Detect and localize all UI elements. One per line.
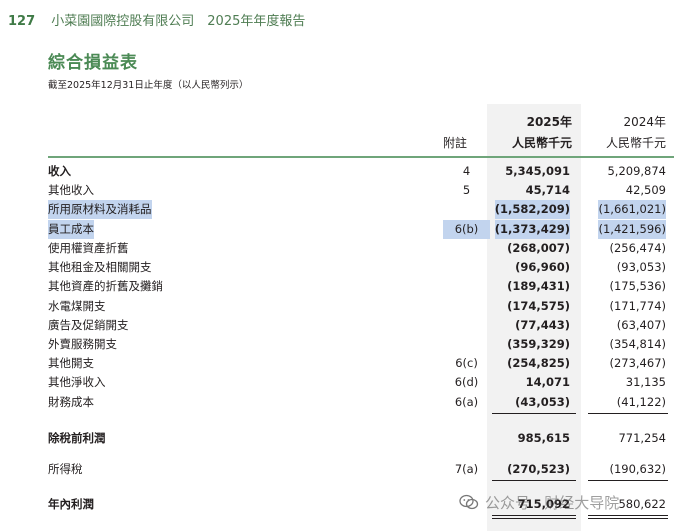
row-value-2024: (190,632) — [609, 462, 666, 476]
row-label: 所得稅 — [48, 462, 83, 476]
table-row: 廣告及促銷開支 (77,443) (63,407) — [48, 316, 674, 335]
row-value-2024: (63,407) — [616, 318, 666, 332]
row-value-2024: (354,814) — [609, 337, 666, 351]
header-year-2024: 2024年 — [623, 115, 666, 129]
table-row[interactable]: 所用原材料及消耗品 (1,582,209) (1,661,021) — [48, 200, 674, 219]
row-value-2025: (359,329) — [507, 337, 570, 351]
row-value-2025: (268,007) — [507, 241, 570, 255]
row-value-2025: 45,714 — [525, 183, 570, 197]
row-label: 其他資產的折舊及攤銷 — [48, 279, 163, 293]
row-value-2024: (273,467) — [609, 356, 666, 370]
header-unit-2025: 人民幣千元 — [511, 136, 572, 150]
row-label[interactable]: 所用原材料及消耗品 — [48, 200, 152, 219]
row-note: 6(d) — [454, 375, 479, 389]
table-row[interactable]: 員工成本 6(b) (1,373,429) (1,421,596) — [48, 220, 674, 239]
total-double-rule-2024 — [588, 515, 668, 519]
statement-subtitle: 截至2025年12月31日止年度（以人民幣列示） — [48, 80, 249, 91]
statement-title: 綜合損益表 — [48, 53, 138, 73]
table-row: 其他資產的折舊及攤銷 (189,431) (175,536) — [48, 277, 674, 296]
row-label: 收入 — [48, 164, 71, 178]
row-value-2025: (174,575) — [507, 299, 570, 313]
row-label[interactable]: 員工成本 — [48, 220, 94, 239]
subtotal-rule-2024 — [588, 413, 668, 414]
row-value-2025: (43,053) — [515, 395, 570, 409]
watermark: 公众号 · 财经大导院 — [459, 492, 619, 513]
tax-rule-2024 — [588, 480, 668, 481]
row-value-2024: (256,474) — [609, 241, 666, 255]
row-value-2025: 14,071 — [525, 375, 570, 389]
row-note: 6(a) — [454, 395, 479, 409]
row-value-2025: (189,431) — [507, 279, 570, 293]
table-row: 財務成本 6(a) (43,053) (41,122) — [48, 393, 674, 412]
row-label: 水電煤開支 — [48, 299, 106, 313]
row-note[interactable]: 6(b) — [443, 220, 490, 239]
running-header: 127 小菜園國際控股有限公司 2025年年度報告 — [8, 10, 305, 29]
row-value-2024: (41,122) — [616, 395, 666, 409]
header-note: 附註 — [443, 136, 468, 150]
row-value-2024: (175,536) — [609, 279, 666, 293]
row-value-2025: 985,615 — [517, 431, 570, 445]
tax-rule-2025 — [492, 480, 576, 481]
row-label: 其他租金及相關開支 — [48, 260, 152, 274]
row-note: 7(a) — [454, 462, 479, 476]
row-value-2024: 42,509 — [625, 183, 666, 197]
table-row: 除稅前利潤 985,615 771,254 — [48, 429, 674, 448]
row-note: 6(c) — [455, 356, 478, 370]
table-row: 外賣服務開支 (359,329) (354,814) — [48, 335, 674, 354]
row-label: 其他淨收入 — [48, 375, 106, 389]
row-value-2025[interactable]: (1,582,209) — [494, 200, 570, 219]
table-row: 使用權資產折舊 (268,007) (256,474) — [48, 239, 674, 258]
row-label: 廣告及促銷開支 — [48, 318, 129, 332]
row-value-2024: 5,209,874 — [607, 164, 666, 178]
row-value-2024[interactable]: (1,661,021) — [598, 200, 666, 219]
table-row: 其他收入 5 45,714 42,509 — [48, 181, 674, 200]
page-number: 127 — [8, 14, 36, 29]
row-value-2024[interactable]: (1,421,596) — [598, 220, 666, 239]
wechat-icon — [459, 494, 479, 510]
row-value-2024: 31,135 — [625, 375, 666, 389]
row-label: 除稅前利潤 — [48, 431, 106, 445]
row-value-2025: (254,825) — [507, 356, 570, 370]
row-value-2024: (171,774) — [609, 299, 666, 313]
row-value-2025: 5,345,091 — [505, 164, 570, 178]
row-label: 使用權資產折舊 — [48, 241, 129, 255]
header-rule — [48, 156, 674, 158]
row-value-2024: 580,622 — [618, 497, 666, 511]
row-value-2024: 771,254 — [618, 431, 666, 445]
row-note: 5 — [462, 183, 471, 197]
watermark-text: 公众号 · 财经大导院 — [485, 494, 620, 512]
row-label: 財務成本 — [48, 395, 94, 409]
table-row: 所得稅 7(a) (270,523) (190,632) — [48, 460, 674, 479]
row-label: 年內利潤 — [48, 497, 94, 511]
row-value-2025: (77,443) — [515, 318, 570, 332]
table-row: 其他開支 6(c) (254,825) (273,467) — [48, 354, 674, 373]
table-row: 水電煤開支 (174,575) (171,774) — [48, 297, 674, 316]
table-row: 其他租金及相關開支 (96,960) (93,053) — [48, 258, 674, 277]
subtotal-rule-2025 — [492, 413, 576, 414]
total-double-rule-2025 — [492, 515, 576, 519]
header-year-2025: 2025年 — [526, 115, 572, 129]
row-value-2024: (93,053) — [616, 260, 666, 274]
row-value-2025: (270,523) — [507, 462, 570, 476]
row-label: 外賣服務開支 — [48, 337, 117, 351]
row-label: 其他開支 — [48, 356, 94, 370]
table-row: 收入 4 5,345,091 5,209,874 — [48, 162, 674, 181]
row-note: 4 — [462, 164, 471, 178]
row-value-2025[interactable]: (1,373,429) — [494, 220, 570, 239]
table-row: 其他淨收入 6(d) 14,071 31,135 — [48, 373, 674, 392]
running-title: 小菜園國際控股有限公司 2025年年度報告 — [51, 14, 306, 29]
header-unit-2024: 人民幣千元 — [605, 136, 666, 150]
row-value-2025: (96,960) — [515, 260, 570, 274]
row-label: 其他收入 — [48, 183, 94, 197]
